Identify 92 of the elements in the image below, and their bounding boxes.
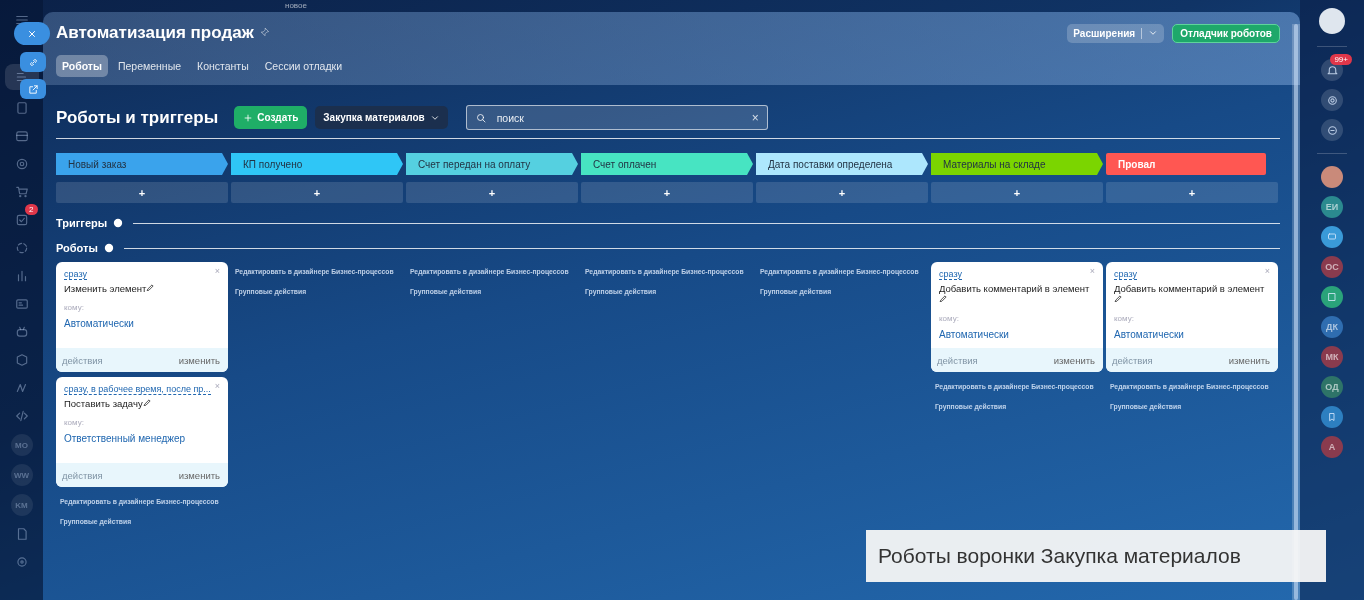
user-avatar[interactable]: ОД	[1321, 376, 1343, 398]
section-title: Роботы	[56, 242, 98, 254]
add-button[interactable]: +	[931, 182, 1103, 203]
stage-header: Провал	[1106, 153, 1266, 175]
actions-link[interactable]: действия	[62, 469, 103, 481]
pin-icon[interactable]	[258, 27, 270, 38]
top-hint: новое	[285, 1, 307, 10]
recipient-label: кому:	[939, 314, 959, 323]
tab[interactable]: Переменные	[111, 55, 187, 77]
search-field[interactable]: поиск ×	[465, 105, 768, 130]
actions-link[interactable]: действия	[62, 354, 103, 366]
feed-icon[interactable]	[14, 70, 29, 84]
open-in-new-button[interactable]	[20, 79, 46, 99]
checkbox-icon[interactable]	[14, 213, 29, 227]
recipient-label: кому:	[64, 303, 84, 312]
add-button[interactable]: +	[231, 182, 403, 203]
plus-icon[interactable]	[243, 112, 254, 123]
document-icon[interactable]	[14, 101, 29, 115]
message-icon[interactable]	[1326, 231, 1338, 243]
create-button[interactable]: Создать	[234, 106, 308, 129]
edit-link[interactable]: изменить	[178, 354, 220, 366]
edit-link[interactable]: изменить	[178, 469, 220, 481]
code-icon[interactable]	[14, 409, 29, 423]
robot-debugger-button[interactable]: Отладчик роботов	[1172, 23, 1280, 43]
delay-link[interactable]: сразу	[64, 269, 87, 280]
pencil-icon[interactable]	[146, 283, 156, 292]
tasks-badge: 2	[25, 204, 38, 215]
pencil-icon[interactable]	[142, 398, 152, 407]
clear-icon[interactable]: ×	[751, 110, 759, 125]
user-avatar[interactable]: А	[1321, 436, 1343, 458]
stage-header: Счет оплачен	[581, 153, 753, 175]
edit-link[interactable]: изменить	[1053, 354, 1095, 366]
stage-header: Дата поставки определена	[756, 153, 928, 175]
user-avatar[interactable]: ОС	[1321, 256, 1343, 278]
stage-header: КП получено	[231, 153, 403, 175]
id-card-icon[interactable]	[14, 297, 29, 311]
actions-link[interactable]: действия	[1112, 354, 1153, 366]
search-icon[interactable]	[474, 111, 487, 124]
user-avatar[interactable]: МК	[1321, 346, 1343, 368]
stage-header: Новый заказ	[56, 153, 228, 175]
robot-card[interactable]: × сразу Добавить комментарий в элемент кому: Автоматически действия изменить	[931, 262, 1103, 372]
add-button[interactable]: +	[1106, 182, 1278, 203]
user-avatar[interactable]: ДК	[1321, 316, 1343, 338]
robot-name: Изменить элемент	[64, 283, 156, 294]
extensions-button[interactable]: Расширения	[1067, 23, 1165, 43]
robot-name: Поставить задачу	[64, 398, 152, 409]
recipient-label: кому:	[1114, 314, 1134, 323]
menu-icon[interactable]	[14, 13, 29, 27]
recipient-link[interactable]: Ответственный менеджер	[64, 433, 186, 444]
recipient-link[interactable]: Автоматически	[1114, 329, 1184, 340]
tab[interactable]: Константы	[191, 55, 255, 77]
pencil-icon[interactable]	[1114, 294, 1123, 303]
robot-name: Добавить комментарий в элемент	[939, 283, 1095, 305]
bookmark-icon[interactable]	[1326, 411, 1338, 423]
notifications-badge: 99+	[1330, 54, 1352, 65]
close-button[interactable]	[14, 22, 50, 45]
delay-link[interactable]: сразу	[1114, 269, 1137, 280]
stage-header: Счет передан на оплату	[406, 153, 578, 175]
add-button[interactable]: +	[756, 182, 928, 203]
actions-link[interactable]: действия	[937, 354, 978, 366]
tab[interactable]: Роботы	[56, 55, 108, 77]
bell-icon[interactable]	[1325, 63, 1339, 77]
avatar-icon[interactable]	[1319, 8, 1345, 34]
cart-icon[interactable]	[14, 185, 29, 199]
cycle-icon[interactable]	[14, 241, 29, 255]
user-avatar[interactable]	[1321, 166, 1343, 188]
scrollbar[interactable]	[1292, 24, 1300, 600]
robot-card[interactable]: × сразу Добавить комментарий в элемент кому: Автоматически действия изменить	[1106, 262, 1278, 372]
stage-header: Материалы на складе	[931, 153, 1103, 175]
caption: Роботы воронки Закупка материалов	[866, 530, 1326, 582]
robot-card[interactable]: × сразу Изменить элемент кому: Автоматически действия изменить	[56, 262, 228, 372]
recipient-link[interactable]: Автоматически	[64, 318, 134, 329]
section-title: Триггеры	[56, 217, 108, 229]
robot-card[interactable]: × сразу, в рабочее время, после пр... Поставить задачу кому: Ответственный менеджер действия изменить	[56, 377, 228, 487]
page-heading: Роботы и триггеры	[56, 107, 219, 128]
add-button[interactable]: +	[581, 182, 753, 203]
recipient-label: кому:	[64, 418, 84, 427]
add-button[interactable]: +	[56, 182, 228, 203]
pipeline-dropdown[interactable]: Закупка материалов	[315, 106, 448, 129]
archive-icon[interactable]	[14, 129, 29, 143]
window-title: Автоматизация продаж	[56, 23, 254, 43]
delay-link[interactable]: сразу	[939, 269, 962, 280]
robot-name: Добавить комментарий в элемент	[1114, 283, 1270, 305]
copy-link-button[interactable]	[20, 52, 46, 72]
tab[interactable]: Сессии отладки	[258, 55, 349, 77]
delay-link[interactable]: сразу, в рабочее время, после пр...	[64, 384, 211, 395]
notepad-icon[interactable]	[1326, 291, 1338, 303]
recipient-link[interactable]: Автоматически	[939, 329, 1009, 340]
pencil-icon[interactable]	[939, 294, 948, 303]
edit-link[interactable]: изменить	[1228, 354, 1270, 366]
target-icon[interactable]	[14, 157, 29, 171]
add-button[interactable]: +	[406, 182, 578, 203]
